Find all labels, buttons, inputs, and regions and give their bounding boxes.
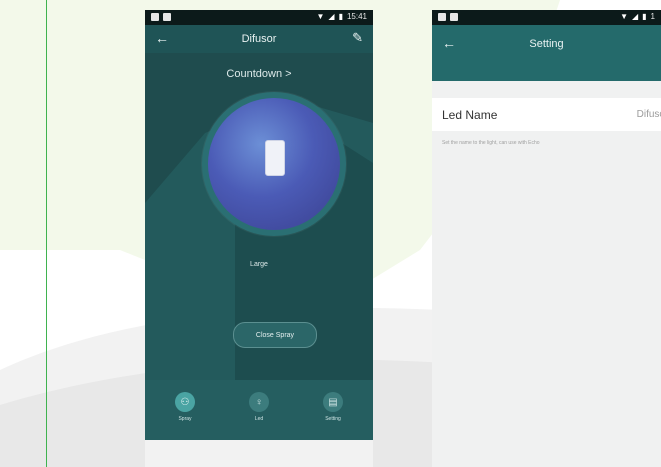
close-spray-button[interactable]: Close Spray xyxy=(233,322,317,348)
image-icon xyxy=(163,13,171,21)
bottom-strip xyxy=(145,440,373,467)
led-name-value: Difuso xyxy=(636,109,661,120)
share-icon: ⚇ xyxy=(175,392,195,412)
nav-item-setting[interactable]: ▤ Setting xyxy=(313,392,353,422)
app-bar: ← Setting xyxy=(432,25,661,81)
status-time: 1 xyxy=(650,12,655,21)
edit-icon[interactable]: ✎ xyxy=(352,30,363,46)
mode-label: Large xyxy=(250,261,268,268)
app-bar: ← Difusor ✎ xyxy=(145,25,373,53)
countdown-link[interactable]: Countdown > xyxy=(145,68,373,80)
notification-icon xyxy=(151,13,159,21)
signal-icon: ◢ xyxy=(631,12,639,21)
notification-icon xyxy=(438,13,446,21)
phone-screen-setting: ▼ ◢ ▮ 1 ← Setting Led Name Difuso Set th… xyxy=(432,10,661,467)
signal-icon: ◢ xyxy=(328,12,335,21)
battery-icon: ▮ xyxy=(642,12,647,21)
status-bar: ▼ ◢ ▮ 15:41 xyxy=(145,10,373,25)
wifi-icon: ▼ xyxy=(316,12,325,21)
led-name-row[interactable]: Led Name Difuso xyxy=(432,98,661,131)
status-time: 15:41 xyxy=(346,12,367,21)
battery-icon: ▮ xyxy=(338,12,343,21)
nav-item-led[interactable]: ♀ Led xyxy=(239,392,279,422)
wifi-icon: ▼ xyxy=(620,12,628,21)
diffuser-device-icon xyxy=(265,140,285,176)
spray-dial[interactable] xyxy=(202,92,346,236)
phone-screen-difusor: ▼ ◢ ▮ 15:41 ← Difusor ✎ Countdown > Larg… xyxy=(145,10,373,467)
page-title: Difusor xyxy=(241,33,277,45)
page-title: Setting xyxy=(529,38,564,50)
vertical-guide-line xyxy=(46,0,47,467)
bottom-navigation: ⚇ Spray ♀ Led ▤ Setting xyxy=(145,380,373,440)
led-name-hint: Set the name to the light, can use with … xyxy=(442,140,540,146)
nav-item-spray[interactable]: ⚇ Spray xyxy=(165,392,205,422)
image-icon xyxy=(450,13,458,21)
status-bar: ▼ ◢ ▮ 1 xyxy=(432,10,661,25)
led-name-label: Led Name xyxy=(442,108,498,122)
settings-icon: ▤ xyxy=(323,392,343,412)
bulb-icon: ♀ xyxy=(249,392,269,412)
